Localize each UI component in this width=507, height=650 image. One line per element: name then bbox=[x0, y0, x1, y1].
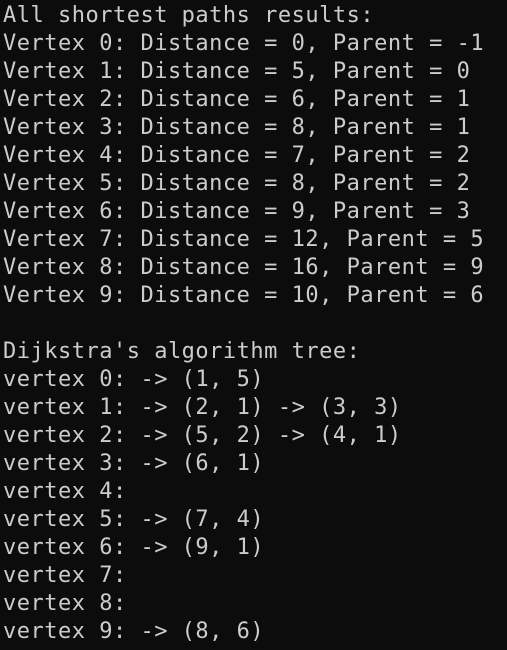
tree-header: Dijkstra's algorithm tree: bbox=[3, 339, 361, 364]
terminal-output[interactable]: All shortest paths results: Vertex 0: Di… bbox=[3, 2, 507, 650]
paths-header: All shortest paths results: bbox=[3, 3, 375, 28]
path-result-line: Vertex 2: Distance = 6, Parent = 1 bbox=[3, 87, 471, 112]
tree-line: vertex 1: -> (2, 1) -> (3, 3) bbox=[3, 395, 402, 420]
tree-line: vertex 3: -> (6, 1) bbox=[3, 451, 265, 476]
tree-line: vertex 5: -> (7, 4) bbox=[3, 507, 265, 532]
tree-line: vertex 4: bbox=[3, 479, 127, 504]
path-result-line: Vertex 4: Distance = 7, Parent = 2 bbox=[3, 143, 471, 168]
path-result-line: Vertex 7: Distance = 12, Parent = 5 bbox=[3, 227, 485, 252]
path-result-line: Vertex 0: Distance = 0, Parent = -1 bbox=[3, 31, 485, 56]
tree-line: vertex 9: -> (8, 6) bbox=[3, 619, 265, 644]
tree-line: vertex 6: -> (9, 1) bbox=[3, 535, 265, 560]
path-result-line: Vertex 6: Distance = 9, Parent = 3 bbox=[3, 199, 471, 224]
tree-line: vertex 7: bbox=[3, 563, 127, 588]
path-result-line: Vertex 3: Distance = 8, Parent = 1 bbox=[3, 115, 471, 140]
tree-line: vertex 2: -> (5, 2) -> (4, 1) bbox=[3, 423, 402, 448]
tree-line: vertex 8: bbox=[3, 591, 127, 616]
tree-line: vertex 0: -> (1, 5) bbox=[3, 367, 265, 392]
path-result-line: Vertex 5: Distance = 8, Parent = 2 bbox=[3, 171, 471, 196]
path-result-line: Vertex 8: Distance = 16, Parent = 9 bbox=[3, 255, 485, 280]
path-result-line: Vertex 1: Distance = 5, Parent = 0 bbox=[3, 59, 471, 84]
path-result-line: Vertex 9: Distance = 10, Parent = 6 bbox=[3, 283, 485, 308]
